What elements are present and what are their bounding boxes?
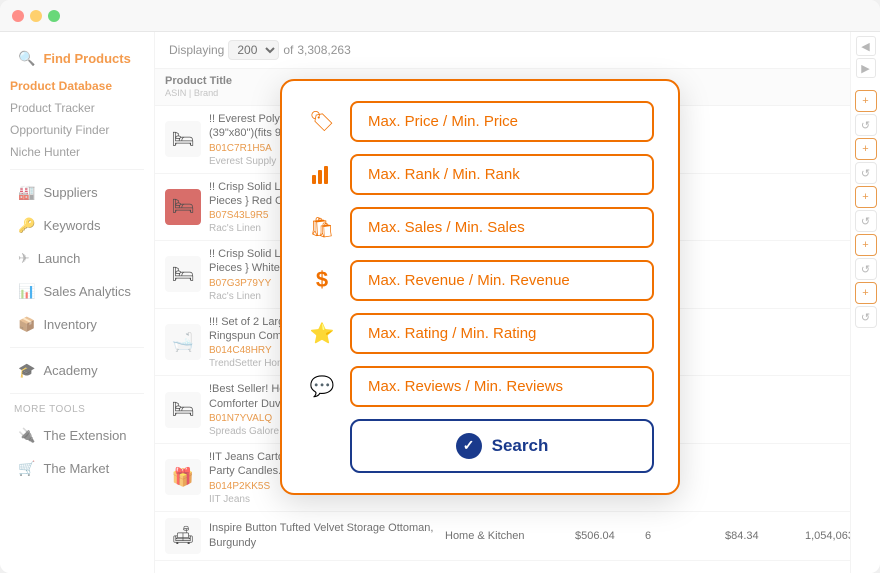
filter-row-rating: ⭐ Max. Rating / Min. Rating xyxy=(306,313,654,354)
search-button[interactable]: ✓ Search xyxy=(350,419,654,473)
sales-bag-icon: 🛍 xyxy=(306,211,338,243)
filter-row-sales: 🛍 Max. Sales / Min. Sales xyxy=(306,207,654,248)
rating-filter-button[interactable]: Max. Rating / Min. Rating xyxy=(350,313,654,354)
rank-filter-button[interactable]: Max. Rank / Min. Rank xyxy=(350,154,654,195)
checkmark-icon: ✓ xyxy=(456,433,482,459)
filter-row-rank: Max. Rank / Min. Rank xyxy=(306,154,654,195)
rating-star-icon: ⭐ xyxy=(306,317,338,349)
rank-chart-icon xyxy=(306,158,338,190)
price-tag-icon: 🏷 xyxy=(306,105,338,137)
filter-row-reviews: 💬 Max. Reviews / Min. Reviews xyxy=(306,366,654,407)
search-button-label: Search xyxy=(492,436,549,456)
filter-overlay: 🏷 Max. Price / Min. Price Max. Rank / Mi… xyxy=(0,32,880,573)
revenue-dollar-icon: $ xyxy=(306,264,338,296)
price-filter-button[interactable]: Max. Price / Min. Price xyxy=(350,101,654,142)
app-body: 🔍 Find Products Product Database Product… xyxy=(0,32,880,573)
app-window: 🔍 Find Products Product Database Product… xyxy=(0,0,880,573)
search-row: ✓ Search xyxy=(306,419,654,473)
sales-filter-button[interactable]: Max. Sales / Min. Sales xyxy=(350,207,654,248)
reviews-filter-button[interactable]: Max. Reviews / Min. Reviews xyxy=(350,366,654,407)
filter-panel: 🏷 Max. Price / Min. Price Max. Rank / Mi… xyxy=(280,79,680,495)
filter-row-price: 🏷 Max. Price / Min. Price xyxy=(306,101,654,142)
reviews-chat-icon: 💬 xyxy=(306,370,338,402)
filter-row-revenue: $ Max. Revenue / Min. Revenue xyxy=(306,260,654,301)
revenue-filter-button[interactable]: Max. Revenue / Min. Revenue xyxy=(350,260,654,301)
